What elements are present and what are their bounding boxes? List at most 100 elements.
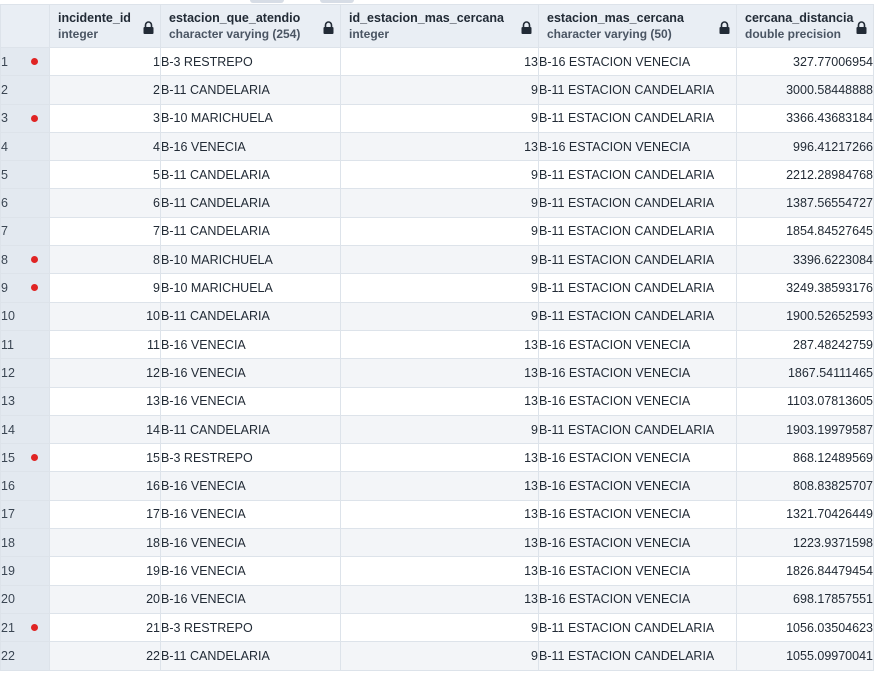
cell-incidente-id[interactable]: 20 bbox=[49, 584, 161, 614]
cell-cercana-distancia[interactable]: 1321.70426449 bbox=[736, 499, 874, 530]
cell-incidente-id[interactable]: 16 bbox=[49, 471, 161, 501]
row-number[interactable]: 14 bbox=[0, 414, 50, 445]
cell-estacion-mas-cercana[interactable]: B-11 ESTACION CANDELARIA bbox=[538, 641, 737, 671]
cell-cercana-distancia[interactable]: 996.41217266 bbox=[736, 131, 874, 162]
cell-estacion-mas-cercana[interactable]: B-16 ESTACION VENECIA bbox=[538, 443, 737, 473]
row-number[interactable]: 11 bbox=[0, 329, 50, 360]
cell-estacion-que-atendio[interactable]: B-10 MARICHUELA bbox=[160, 245, 341, 275]
cell-cercana-distancia[interactable]: 287.48242759 bbox=[736, 329, 874, 360]
cell-estacion-que-atendio[interactable]: B-11 CANDELARIA bbox=[160, 216, 341, 247]
cell-cercana-distancia[interactable]: 1826.84479454 bbox=[736, 556, 874, 586]
cell-incidente-id[interactable]: 22 bbox=[49, 641, 161, 671]
cell-estacion-que-atendio[interactable]: B-11 CANDELARIA bbox=[160, 75, 341, 105]
cell-id-estacion-mas-cercana[interactable]: 13 bbox=[340, 386, 539, 416]
select-all-corner[interactable] bbox=[0, 4, 50, 48]
cell-estacion-mas-cercana[interactable]: B-11 ESTACION CANDELARIA bbox=[538, 612, 737, 643]
cell-cercana-distancia[interactable]: 868.12489569 bbox=[736, 443, 874, 473]
row-number[interactable]: 9 bbox=[0, 273, 50, 303]
cell-cercana-distancia[interactable]: 1867.54111465 bbox=[736, 358, 874, 388]
table-row[interactable]: 14 14 B-11 CANDELARIA 9 B-11 ESTACION CANDEL… bbox=[0, 414, 874, 445]
row-number[interactable]: 16 bbox=[0, 471, 50, 501]
cell-id-estacion-mas-cercana[interactable]: 13 bbox=[340, 358, 539, 388]
cell-cercana-distancia[interactable]: 1103.07813605 bbox=[736, 386, 874, 416]
cell-estacion-que-atendio[interactable]: B-16 VENECIA bbox=[160, 329, 341, 360]
cell-id-estacion-mas-cercana[interactable]: 13 bbox=[340, 556, 539, 586]
row-number[interactable]: 22 bbox=[0, 641, 50, 671]
cell-estacion-que-atendio[interactable]: B-11 CANDELARIA bbox=[160, 414, 341, 445]
column-header-incidente-id[interactable]: incidente_id integer bbox=[49, 4, 161, 48]
cell-incidente-id[interactable]: 19 bbox=[49, 556, 161, 586]
cell-estacion-que-atendio[interactable]: B-16 VENECIA bbox=[160, 528, 341, 558]
table-row[interactable]: 5 5 B-11 CANDELARIA 9 B-11 ESTACION CANDELAR… bbox=[0, 160, 874, 190]
column-header-estacion-mas-cercana[interactable]: estacion_mas_cercana character varying (… bbox=[538, 4, 737, 48]
row-number[interactable]: 15 bbox=[0, 443, 50, 473]
cell-estacion-mas-cercana[interactable]: B-11 ESTACION CANDELARIA bbox=[538, 216, 737, 247]
table-row[interactable]: 12 12 B-16 VENECIA 13 B-16 ESTACION VENECIA 1… bbox=[0, 358, 874, 388]
table-row[interactable]: 11 11 B-16 VENECIA 13 B-16 ESTACION VENECIA 2… bbox=[0, 329, 874, 360]
row-number[interactable]: 3 bbox=[0, 103, 50, 133]
cell-id-estacion-mas-cercana[interactable]: 13 bbox=[340, 443, 539, 473]
table-row[interactable]: 21 21 B-3 RESTREPO 9 B-11 ESTACION CANDELARI… bbox=[0, 612, 874, 643]
cell-estacion-que-atendio[interactable]: B-3 RESTREPO bbox=[160, 443, 341, 473]
table-row[interactable]: 20 20 B-16 VENECIA 13 B-16 ESTACION VENECIA 6… bbox=[0, 584, 874, 614]
cell-id-estacion-mas-cercana[interactable]: 13 bbox=[340, 131, 539, 162]
cell-incidente-id[interactable]: 11 bbox=[49, 329, 161, 360]
table-row[interactable]: 22 22 B-11 CANDELARIA 9 B-11 ESTACION CANDEL… bbox=[0, 641, 874, 671]
cell-incidente-id[interactable]: 9 bbox=[49, 273, 161, 303]
cell-cercana-distancia[interactable]: 3000.58448888 bbox=[736, 75, 874, 105]
cell-id-estacion-mas-cercana[interactable]: 9 bbox=[340, 245, 539, 275]
cell-id-estacion-mas-cercana[interactable]: 13 bbox=[340, 528, 539, 558]
cell-id-estacion-mas-cercana[interactable]: 13 bbox=[340, 471, 539, 501]
cell-estacion-mas-cercana[interactable]: B-16 ESTACION VENECIA bbox=[538, 499, 737, 530]
row-number[interactable]: 7 bbox=[0, 216, 50, 247]
cell-id-estacion-mas-cercana[interactable]: 9 bbox=[340, 641, 539, 671]
cell-estacion-mas-cercana[interactable]: B-16 ESTACION VENECIA bbox=[538, 329, 737, 360]
table-row[interactable]: 13 13 B-16 VENECIA 13 B-16 ESTACION VENECIA 1… bbox=[0, 386, 874, 416]
cell-incidente-id[interactable]: 7 bbox=[49, 216, 161, 247]
row-number[interactable]: 13 bbox=[0, 386, 50, 416]
table-row[interactable]: 1 1 B-3 RESTREPO 13 B-16 ESTACION VENECIA 327… bbox=[0, 46, 874, 77]
table-row[interactable]: 10 10 B-11 CANDELARIA 9 B-11 ESTACION CANDEL… bbox=[0, 301, 874, 331]
cell-incidente-id[interactable]: 15 bbox=[49, 443, 161, 473]
cell-estacion-mas-cercana[interactable]: B-16 ESTACION VENECIA bbox=[538, 386, 737, 416]
cell-estacion-que-atendio[interactable]: B-11 CANDELARIA bbox=[160, 641, 341, 671]
cell-cercana-distancia[interactable]: 808.83825707 bbox=[736, 471, 874, 501]
cell-estacion-mas-cercana[interactable]: B-11 ESTACION CANDELARIA bbox=[538, 103, 737, 133]
cell-incidente-id[interactable]: 21 bbox=[49, 612, 161, 643]
table-row[interactable]: 16 16 B-16 VENECIA 13 B-16 ESTACION VENECIA 8… bbox=[0, 471, 874, 501]
table-row[interactable]: 17 17 B-16 VENECIA 13 B-16 ESTACION VENECIA 1… bbox=[0, 499, 874, 530]
row-number[interactable]: 19 bbox=[0, 556, 50, 586]
table-row[interactable]: 19 19 B-16 VENECIA 13 B-16 ESTACION VENECIA 1… bbox=[0, 556, 874, 586]
row-number[interactable]: 6 bbox=[0, 188, 50, 218]
table-row[interactable]: 6 6 B-11 CANDELARIA 9 B-11 ESTACION CANDELAR… bbox=[0, 188, 874, 218]
cell-cercana-distancia[interactable]: 3366.43683184 bbox=[736, 103, 874, 133]
cell-id-estacion-mas-cercana[interactable]: 9 bbox=[340, 216, 539, 247]
table-row[interactable]: 2 2 B-11 CANDELARIA 9 B-11 ESTACION CANDELAR… bbox=[0, 75, 874, 105]
cell-estacion-que-atendio[interactable]: B-16 VENECIA bbox=[160, 584, 341, 614]
cell-estacion-mas-cercana[interactable]: B-16 ESTACION VENECIA bbox=[538, 358, 737, 388]
cell-cercana-distancia[interactable]: 1854.84527645 bbox=[736, 216, 874, 247]
column-header-id-estacion-mas-cercana[interactable]: id_estacion_mas_cercana integer bbox=[340, 4, 539, 48]
cell-id-estacion-mas-cercana[interactable]: 13 bbox=[340, 329, 539, 360]
cell-incidente-id[interactable]: 5 bbox=[49, 160, 161, 190]
row-number[interactable]: 5 bbox=[0, 160, 50, 190]
cell-incidente-id[interactable]: 3 bbox=[49, 103, 161, 133]
table-row[interactable]: 3 3 B-10 MARICHUELA 9 B-11 ESTACION CANDELAR… bbox=[0, 103, 874, 133]
cell-estacion-mas-cercana[interactable]: B-11 ESTACION CANDELARIA bbox=[538, 75, 737, 105]
cell-incidente-id[interactable]: 8 bbox=[49, 245, 161, 275]
cell-incidente-id[interactable]: 1 bbox=[49, 46, 161, 77]
cell-id-estacion-mas-cercana[interactable]: 13 bbox=[340, 584, 539, 614]
row-number[interactable]: 4 bbox=[0, 131, 50, 162]
cell-estacion-mas-cercana[interactable]: B-11 ESTACION CANDELARIA bbox=[538, 273, 737, 303]
cell-estacion-mas-cercana[interactable]: B-16 ESTACION VENECIA bbox=[538, 471, 737, 501]
cell-estacion-mas-cercana[interactable]: B-16 ESTACION VENECIA bbox=[538, 46, 737, 77]
cell-incidente-id[interactable]: 4 bbox=[49, 131, 161, 162]
cell-cercana-distancia[interactable]: 698.17857551 bbox=[736, 584, 874, 614]
column-header-estacion-que-atendio[interactable]: estacion_que_atendio character varying (… bbox=[160, 4, 341, 48]
table-row[interactable]: 18 18 B-16 VENECIA 13 B-16 ESTACION VENECIA 1… bbox=[0, 528, 874, 558]
row-number[interactable]: 17 bbox=[0, 499, 50, 530]
cell-estacion-mas-cercana[interactable]: B-16 ESTACION VENECIA bbox=[538, 584, 737, 614]
cell-cercana-distancia[interactable]: 327.77006954 bbox=[736, 46, 874, 77]
table-row[interactable]: 9 9 B-10 MARICHUELA 9 B-11 ESTACION CANDELAR… bbox=[0, 273, 874, 303]
cell-cercana-distancia[interactable]: 3396.6223084 bbox=[736, 245, 874, 275]
